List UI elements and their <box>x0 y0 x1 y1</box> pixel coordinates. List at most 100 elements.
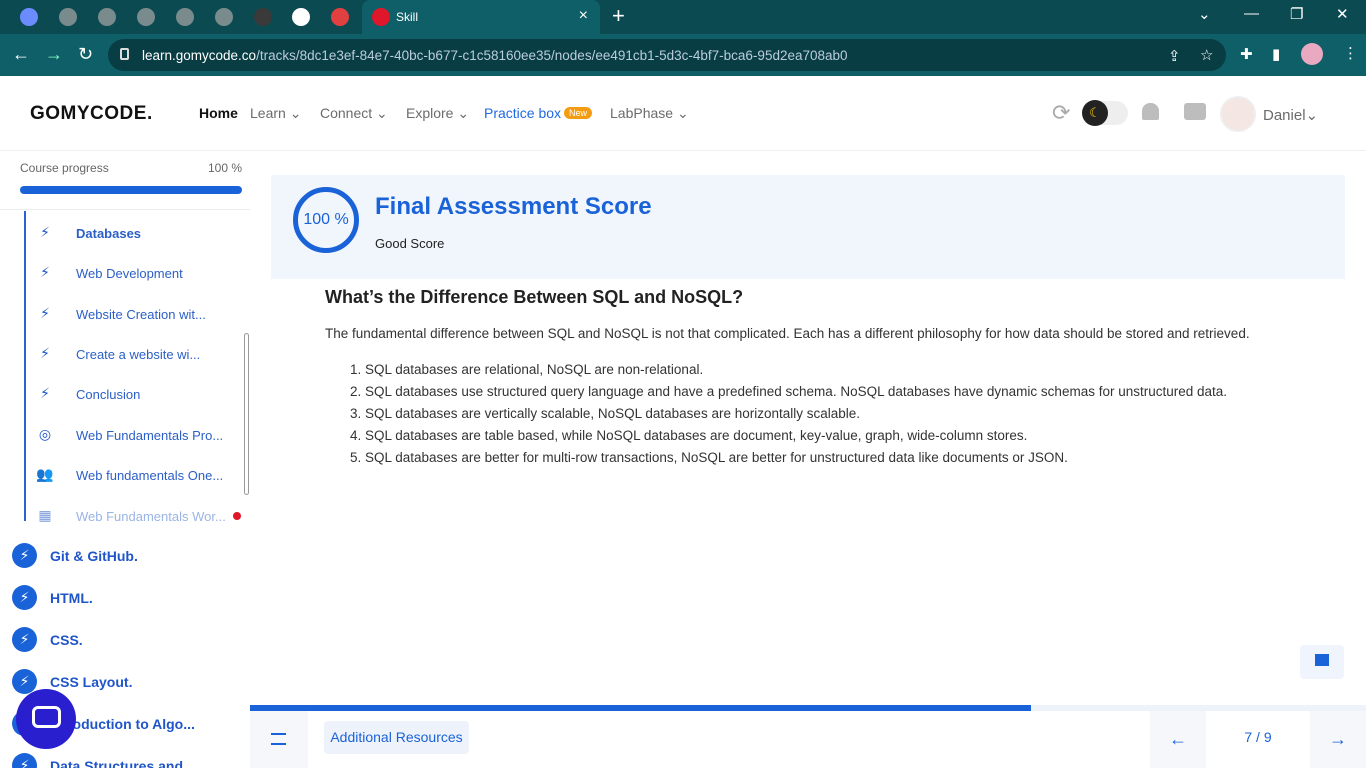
nav-home[interactable]: Home <box>199 105 238 121</box>
user-avatar[interactable] <box>1220 96 1256 132</box>
nav-learn[interactable]: Learn ⌄ <box>250 105 301 122</box>
app-tab-icon[interactable] <box>20 8 38 26</box>
messages-icon[interactable] <box>1184 103 1206 120</box>
submodule-label: Web Fundamentals Wor... <box>76 509 226 524</box>
course-sidebar: Course progress 100 % ⚡ Databases ⚡ Web Dev… <box>0 151 250 768</box>
bookmark-star-icon[interactable]: ☆ <box>1200 46 1213 64</box>
nav-practice-box[interactable]: Practice box New <box>484 105 593 121</box>
module-item[interactable]: ⚡ Git & GitHub. <box>12 543 247 569</box>
browser-profile-avatar[interactable] <box>1301 43 1323 65</box>
url-text: learn.gomycode.co/tracks/8dc1e3ef-84e7-4… <box>142 48 848 63</box>
tab-icon[interactable] <box>331 8 349 26</box>
skill-tab-icon <box>372 8 390 26</box>
people-icon: 👥 <box>36 466 54 482</box>
module-item[interactable]: ⚡ Data Structures and... <box>12 753 247 768</box>
new-badge: New <box>564 107 593 119</box>
score-ring: 100 % <box>293 187 359 253</box>
submodule-item[interactable]: 👥 Web fundamentals One... <box>36 466 241 486</box>
arrow-left-icon: ← <box>1169 729 1187 749</box>
forward-icon[interactable]: → <box>45 44 63 65</box>
sidebar-scrollbar[interactable] <box>244 333 249 495</box>
submodule-label: Web Development <box>76 266 183 281</box>
module-label: CSS. <box>50 632 83 648</box>
score-title: Final Assessment Score <box>375 193 652 220</box>
browser-menu-icon[interactable]: ⋮ <box>1343 44 1358 62</box>
moon-icon: ☾ <box>1082 100 1108 126</box>
address-bar[interactable]: learn.gomycode.co/tracks/8dc1e3ef-84e7-4… <box>108 39 1226 71</box>
bolt-icon: ⚡ <box>40 224 50 240</box>
submodule-label: Web Fundamentals Pro... <box>76 428 224 443</box>
new-tab-button[interactable]: + <box>612 4 625 28</box>
lock-icon[interactable] <box>120 48 129 60</box>
previous-button[interactable]: ← <box>1150 711 1206 768</box>
active-tab[interactable]: Skill × <box>362 0 600 34</box>
close-tab-icon[interactable]: × <box>579 7 588 25</box>
comparison-point: SQL databases are better for multi-row t… <box>365 447 1227 469</box>
comparison-point: SQL databases are relational, NoSQL are … <box>365 359 1227 381</box>
comparison-point: SQL databases use structured query langu… <box>365 381 1227 403</box>
side-panel-icon[interactable]: ▮ <box>1272 45 1280 63</box>
submodule-item[interactable]: ⚡ Website Creation wit... <box>36 305 241 325</box>
course-progress-fill <box>20 186 242 194</box>
submodule-label: Web fundamentals One... <box>76 468 224 483</box>
bolt-icon: ⚡ <box>40 305 50 321</box>
reload-icon[interactable]: ↻ <box>78 44 93 65</box>
tab-icon[interactable] <box>176 8 194 26</box>
comparison-list: SQL databases are relational, NoSQL are … <box>350 359 1227 469</box>
tab-icon[interactable] <box>137 8 155 26</box>
nav-labphase[interactable]: LabPhase ⌄ <box>610 105 689 122</box>
tab-search-icon[interactable]: ⌄ <box>1198 5 1211 23</box>
chat-bubble-icon <box>32 706 61 728</box>
bolt-icon: ⚡ <box>40 264 50 280</box>
notification-dot <box>233 512 241 520</box>
nav-connect[interactable]: Connect ⌄ <box>320 105 388 122</box>
submodule-item[interactable]: ⚡ Web Development <box>36 264 241 284</box>
bolt-icon: ⚡ <box>40 345 50 361</box>
tab-icon[interactable] <box>215 8 233 26</box>
bolt-icon: ⚡ <box>12 753 37 768</box>
article-intro: The fundamental difference between SQL a… <box>325 326 1250 341</box>
share-icon[interactable]: ⇪ <box>1168 47 1181 65</box>
tab-icon[interactable] <box>254 8 272 26</box>
submodule-item[interactable]: ⚡ Conclusion <box>36 385 241 405</box>
page-indicator: 7 / 9 <box>1244 729 1272 745</box>
submodule-item[interactable]: ▦ Web Fundamentals Wor... <box>36 507 241 527</box>
restore-icon[interactable]: ❐ <box>1290 5 1303 23</box>
submodule-item[interactable]: ◎ Web Fundamentals Pro... <box>36 426 241 446</box>
report-flag-button[interactable] <box>1300 645 1344 679</box>
extensions-icon[interactable]: ✚ <box>1240 45 1253 63</box>
comparison-point: SQL databases are table based, while NoS… <box>365 425 1227 447</box>
lesson-outline-button[interactable] <box>250 711 308 768</box>
module-item[interactable]: ⚡ CSS. <box>12 627 247 653</box>
back-icon[interactable]: ← <box>12 44 30 65</box>
submodule-label: Create a website wi... <box>76 347 201 362</box>
next-button[interactable]: → <box>1310 711 1366 768</box>
arrow-right-icon: → <box>1329 729 1347 749</box>
bolt-icon: ⚡ <box>12 669 37 694</box>
support-chat-button[interactable] <box>16 689 76 749</box>
tab-icon[interactable] <box>98 8 116 26</box>
window-close-icon[interactable]: ✕ <box>1336 5 1349 23</box>
article-title: What’s the Difference Between SQL and No… <box>325 287 744 307</box>
lesson-footer: Additional Resources ← 7 / 9 → <box>250 711 1366 768</box>
nav-explore[interactable]: Explore ⌄ <box>406 105 469 122</box>
comparison-point: SQL databases are vertically scalable, N… <box>365 403 1227 425</box>
user-menu[interactable]: Daniel⌄ <box>1263 106 1318 124</box>
course-progress-value: 100 % <box>207 161 242 175</box>
submodule-item[interactable]: ⚡ Databases <box>36 224 241 244</box>
submodule-item[interactable]: ⚡ Create a website wi... <box>36 345 241 365</box>
bell-icon[interactable] <box>1142 103 1159 120</box>
minimize-icon[interactable]: — <box>1244 5 1259 22</box>
dark-mode-toggle[interactable]: ☾ <box>1082 100 1128 126</box>
gomycode-logo[interactable]: GOMYCODE. <box>30 103 153 125</box>
additional-resources-button[interactable]: Additional Resources <box>324 721 469 754</box>
course-progress-bar <box>20 186 242 194</box>
target-icon: ◎ <box>38 426 52 442</box>
sync-icon[interactable]: ⟳ <box>1052 100 1070 126</box>
browser-tab-strip: Skill × + ⌄ — ❐ ✕ <box>0 0 1366 34</box>
submodule-label: Conclusion <box>76 387 141 402</box>
tab-icon[interactable] <box>59 8 77 26</box>
google-tab-icon[interactable] <box>292 8 310 26</box>
module-item[interactable]: ⚡ HTML. <box>12 585 247 611</box>
bolt-icon: ⚡ <box>12 585 37 610</box>
